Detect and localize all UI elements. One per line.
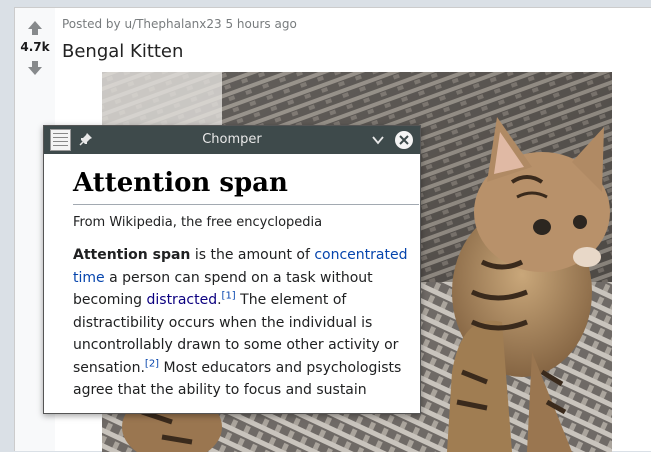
- lead-term: Attention span: [73, 247, 191, 263]
- chomper-titlebar[interactable]: Chomper: [44, 126, 420, 154]
- downvote-arrow-icon[interactable]: [27, 60, 43, 76]
- body-text: is the amount of: [190, 247, 315, 263]
- article-body: Attention span is the amount of concentr…: [73, 244, 419, 402]
- article: Attention span From Wikipedia, the free …: [73, 168, 419, 402]
- post-title[interactable]: Bengal Kitten: [62, 41, 183, 62]
- chomper-window[interactable]: Chomper Attention span From Wikipedia, t…: [43, 125, 421, 414]
- link-distracted[interactable]: distracted: [147, 292, 218, 308]
- article-viewport[interactable]: Attention span From Wikipedia, the free …: [44, 154, 434, 413]
- upvote-arrow-icon[interactable]: [27, 20, 43, 36]
- window-title: Chomper: [202, 132, 262, 147]
- article-title: Attention span: [73, 168, 419, 205]
- reference-2[interactable]: [2]: [145, 358, 159, 369]
- vote-count: 4.7k: [20, 40, 50, 54]
- chevron-down-icon[interactable]: [371, 133, 385, 147]
- reference-1[interactable]: [1]: [222, 290, 236, 301]
- close-icon[interactable]: [394, 130, 414, 150]
- post-meta[interactable]: Posted by u/Thephalanx23 5 hours ago: [62, 17, 297, 31]
- article-source-line: From Wikipedia, the free encyclopedia: [73, 215, 323, 230]
